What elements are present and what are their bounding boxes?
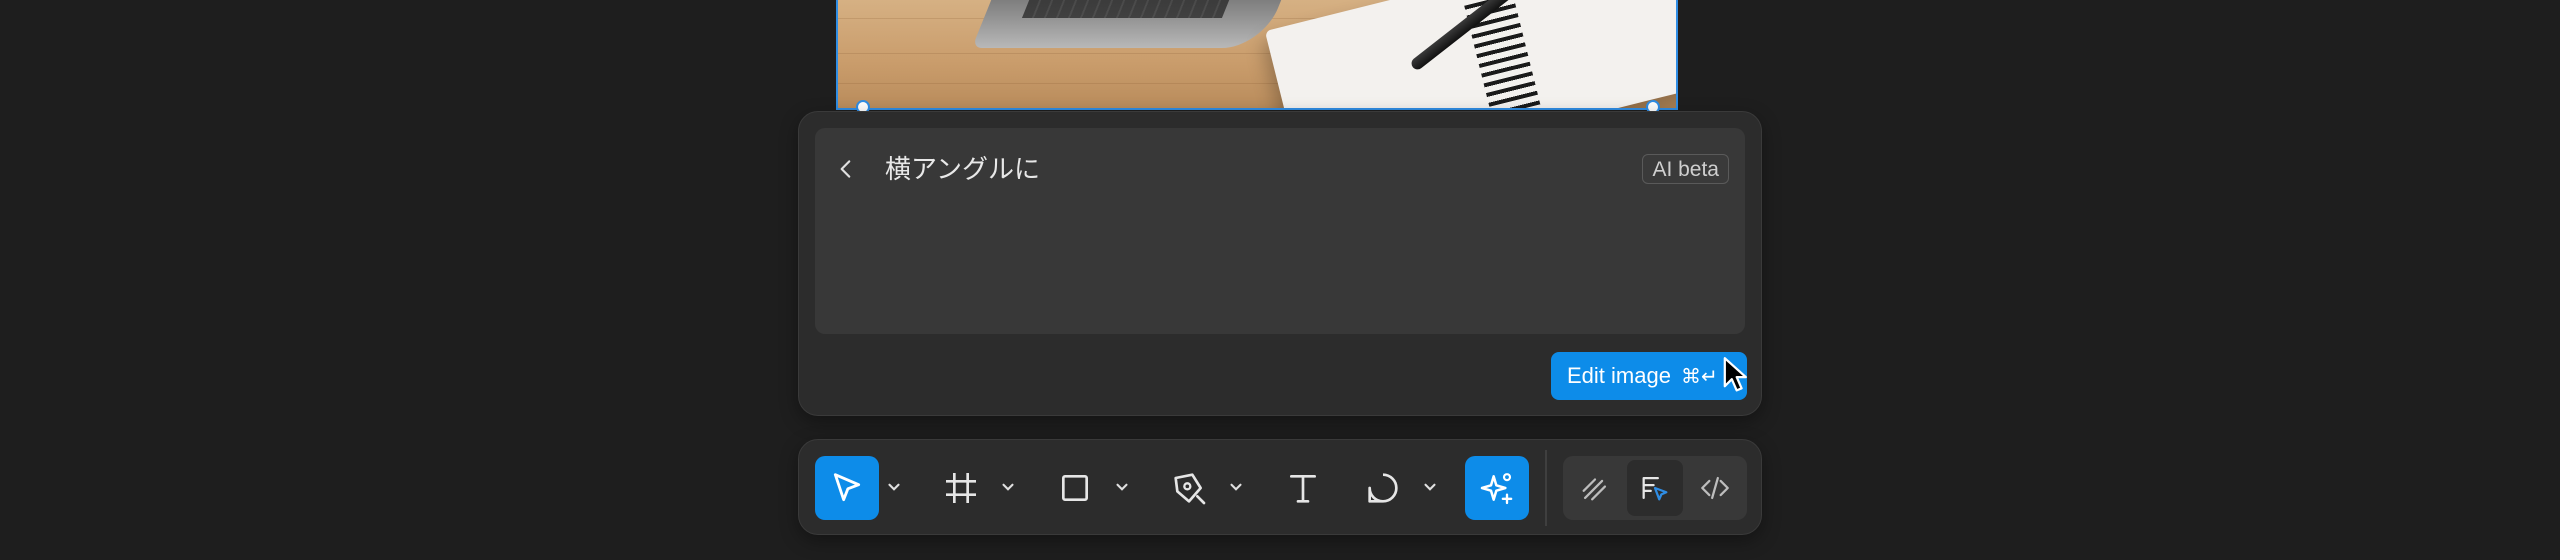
frame-hash-icon [946,473,976,503]
text-icon [1290,475,1316,503]
edit-image-button[interactable]: Edit image ⌘↵ [1551,352,1747,400]
move-cursor-icon [833,473,861,502]
ai-tool-button[interactable] [1465,456,1529,520]
selected-image[interactable] [836,0,1678,110]
draw-mode-button[interactable] [1567,460,1623,516]
prompt-input-box[interactable]: 横アングルに AI beta [815,128,1745,334]
rectangle-icon [1062,475,1088,501]
pen-tool-button[interactable] [1157,456,1221,520]
comment-tool-button[interactable] [1351,456,1415,520]
bottom-toolbar [798,439,1762,535]
draw-mode-icon [1582,478,1607,501]
ai-sparkle-icon [1480,473,1513,505]
laptop-keyboard-photo-element [1021,0,1235,18]
chevron-left-icon[interactable] [833,156,859,182]
design-mode-icon [1642,476,1668,501]
chevron-down-icon[interactable] [1227,478,1245,496]
ai-edit-image-panel: 横アングルに AI beta Edit image ⌘↵ [798,111,1762,416]
edit-image-label: Edit image [1567,363,1671,388]
chevron-down-icon[interactable] [1421,478,1439,496]
move-tool-button[interactable] [815,456,879,520]
prompt-text[interactable]: 横アングルに [885,154,1040,184]
shape-tool-button[interactable] [1043,456,1107,520]
figma-canvas: 横アングルに AI beta Edit image ⌘↵ [0,0,2560,560]
mode-switcher [1563,456,1747,520]
comment-icon [1368,473,1398,503]
ai-beta-badge: AI beta [1642,154,1729,184]
dev-mode-code-icon [1701,476,1729,500]
pen-icon [1174,473,1206,505]
toolbar-divider [1545,450,1547,526]
frame-tool-button[interactable] [929,456,993,520]
edit-image-shortcut: ⌘↵ [1680,364,1718,388]
text-tool-button[interactable] [1271,456,1335,520]
chevron-down-icon[interactable] [1113,478,1131,496]
chevron-down-icon[interactable] [999,478,1017,496]
chevron-down-icon[interactable] [885,478,903,496]
design-mode-button[interactable] [1627,460,1683,516]
dev-mode-button[interactable] [1687,460,1743,516]
